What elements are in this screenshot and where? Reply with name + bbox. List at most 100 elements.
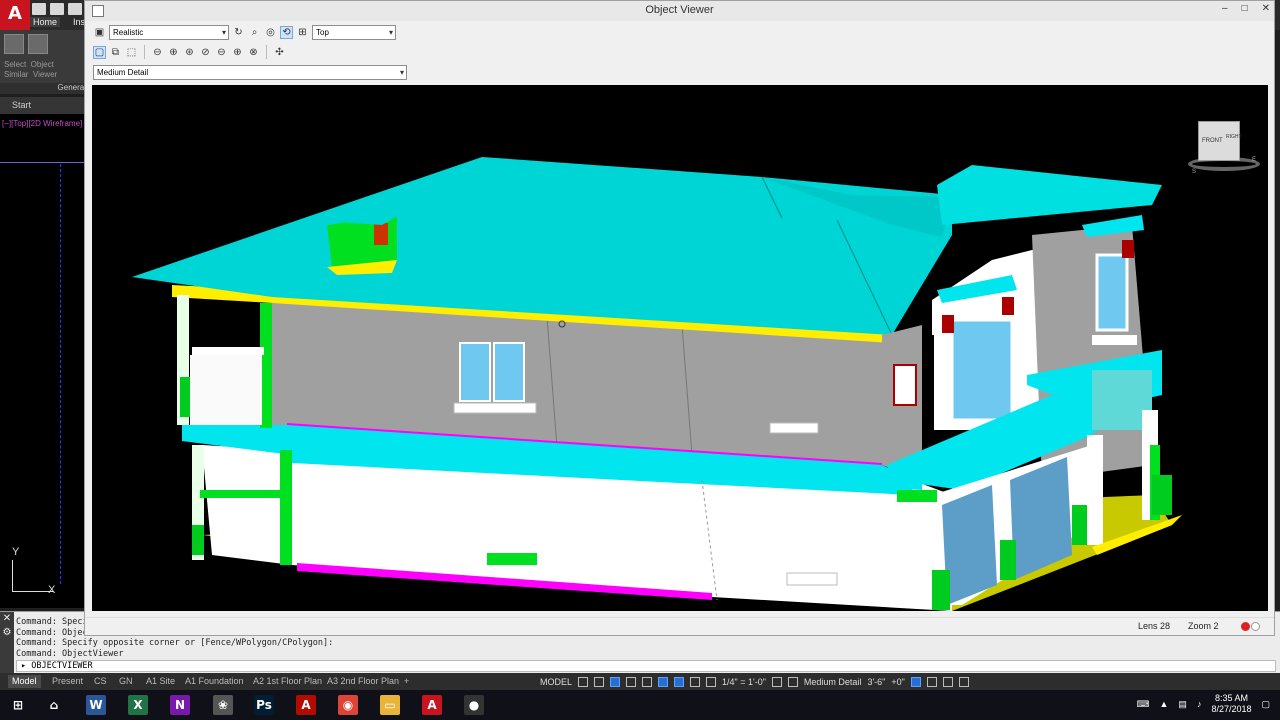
open-file-icon[interactable] bbox=[50, 3, 64, 15]
home-icon: ⌂ bbox=[44, 695, 64, 715]
viewer-toolbar-top: ▣ Realistic ▾ ↻ ⌕ ◎ ⟲ ⊞ Top ▾ bbox=[93, 23, 396, 41]
select-similar-icon[interactable] bbox=[4, 34, 24, 54]
clock[interactable]: 8:35 AM 8/27/2018 bbox=[1211, 693, 1251, 715]
command-input[interactable]: ▸ OBJECTVIEWER bbox=[16, 660, 1276, 672]
maximize-button[interactable]: □ bbox=[1242, 3, 1248, 14]
layout-tab-a2-first-floor[interactable]: A2 1st Floor Plan bbox=[249, 675, 326, 688]
ribbon-tab-home[interactable]: Home bbox=[30, 17, 61, 27]
viewport-controls-label[interactable]: [−][Top][2D Wireframe] bbox=[2, 119, 82, 128]
taskbar-app-word[interactable]: W bbox=[78, 693, 114, 717]
3d-viewport[interactable]: FRONT RIGHT S E bbox=[92, 85, 1268, 611]
offset-value[interactable]: +0" bbox=[891, 677, 904, 687]
ortho-icon[interactable] bbox=[610, 676, 621, 687]
clock-date: 8/27/2018 bbox=[1211, 704, 1252, 714]
zoom-out-icon[interactable]: ⊖ bbox=[215, 46, 228, 59]
zoom-icon[interactable]: ⊖ bbox=[151, 46, 164, 59]
close-button[interactable]: ✕ bbox=[1262, 3, 1270, 14]
free-orbit-icon[interactable]: ◎ bbox=[264, 26, 277, 39]
isodraft-icon[interactable] bbox=[642, 676, 653, 687]
detail-level[interactable]: Medium Detail bbox=[804, 677, 862, 687]
add-layout-button[interactable]: + bbox=[400, 675, 413, 688]
dynamic-ucs-icon[interactable] bbox=[674, 676, 685, 687]
layout-tab-cs[interactable]: CS bbox=[90, 675, 111, 688]
view-select[interactable]: Top ▾ bbox=[312, 24, 396, 40]
workspace-icon[interactable] bbox=[771, 676, 782, 687]
taskbar-app-chrome[interactable]: ◉ bbox=[330, 693, 366, 717]
zoom-in-icon[interactable]: ⊕ bbox=[231, 46, 244, 59]
taskbar-app-file-explorer[interactable]: ▭ bbox=[372, 693, 408, 717]
lineweight-icon[interactable] bbox=[690, 676, 701, 687]
view-cube-icon[interactable]: ⬚ bbox=[125, 46, 138, 59]
drawing-linework bbox=[60, 164, 85, 584]
layout-tab-gn[interactable]: GN bbox=[115, 675, 137, 688]
elevation-value[interactable]: 3'-6" bbox=[867, 677, 885, 687]
copy-icon[interactable]: ⧉ bbox=[109, 46, 122, 59]
keyboard-icon[interactable]: ⌨ bbox=[1137, 699, 1150, 710]
orbit-icon[interactable]: ↻ bbox=[232, 26, 245, 39]
snap-icon[interactable] bbox=[594, 676, 605, 687]
fullscreen-icon[interactable] bbox=[942, 676, 953, 687]
taskbar-app-onenote[interactable]: N bbox=[162, 693, 198, 717]
taskbar-app-photoshop[interactable]: Ps bbox=[246, 693, 282, 717]
viewcube[interactable]: FRONT RIGHT S E bbox=[1180, 117, 1260, 177]
zoom-extents-icon[interactable]: ⊛ bbox=[183, 46, 196, 59]
command-line-handle[interactable]: ✕ ⚙ bbox=[0, 612, 14, 674]
object-viewer-titlebar[interactable]: Object Viewer – □ ✕ bbox=[85, 1, 1274, 21]
close-icon[interactable]: ✕ bbox=[0, 612, 14, 626]
isolate-icon[interactable] bbox=[926, 676, 937, 687]
file-tab-start[interactable]: Start bbox=[12, 100, 31, 110]
zoom-window-icon[interactable]: ⊕ bbox=[167, 46, 180, 59]
save-icon[interactable] bbox=[68, 3, 82, 15]
visual-style-select[interactable]: Realistic ▾ bbox=[109, 24, 229, 40]
customize-icon[interactable]: ⚙ bbox=[0, 626, 14, 640]
zoom-realtime-icon[interactable]: ⌕ bbox=[248, 26, 261, 39]
taskbar-app-obs[interactable]: ● bbox=[456, 693, 492, 717]
layout-tab-present[interactable]: Present bbox=[48, 675, 87, 688]
zoom-previous-icon[interactable]: ⊘ bbox=[199, 46, 212, 59]
object-snap-icon[interactable] bbox=[658, 676, 669, 687]
navigation-wheel-icon[interactable]: ✣ bbox=[273, 46, 286, 59]
save-icon[interactable]: ▣ bbox=[93, 26, 106, 39]
show-hidden-icons[interactable]: ▲ bbox=[1160, 699, 1169, 709]
excel-icon: X bbox=[128, 695, 148, 715]
minimize-button[interactable]: – bbox=[1222, 3, 1228, 14]
taskbar-app-autocad[interactable]: A bbox=[414, 693, 450, 717]
taskbar-app-windows-start[interactable]: ⊞ bbox=[0, 693, 36, 717]
network-icon[interactable]: ▤ bbox=[1178, 699, 1187, 710]
viewer-toolbar-bottom: ▢ ⧉ ⬚ ⊖ ⊕ ⊛ ⊘ ⊖ ⊕ ⊗ ✣ bbox=[93, 44, 286, 60]
model-space-viewport[interactable]: [−][Top][2D Wireframe] Y X bbox=[0, 114, 90, 608]
photoshop-icon: Ps bbox=[254, 695, 274, 715]
taskbar-app-home[interactable]: ⌂ bbox=[36, 693, 72, 717]
viewcube-front-label: FRONT bbox=[1202, 138, 1223, 144]
layout-tab-a1-site[interactable]: A1 Site bbox=[142, 675, 179, 688]
layout-tab-a1-foundation[interactable]: A1 Foundation bbox=[181, 675, 248, 688]
autocad-logo[interactable]: A bbox=[0, 0, 30, 30]
layout-tab-model[interactable]: Model bbox=[8, 675, 41, 688]
volume-icon[interactable]: ♪ bbox=[1197, 699, 1202, 709]
ucs-toggle-icon[interactable]: ⊞ bbox=[296, 26, 309, 39]
annotation-scale[interactable]: 1/4" = 1'-0" bbox=[722, 677, 766, 687]
customize-statusbar-icon[interactable] bbox=[958, 676, 969, 687]
hardware-accel-icon[interactable] bbox=[910, 676, 921, 687]
taskbar-app-acrobat[interactable]: A bbox=[288, 693, 324, 717]
continuous-orbit-icon[interactable]: ⟲ bbox=[280, 25, 293, 39]
taskbar-app-paint[interactable]: ❀ bbox=[205, 693, 241, 717]
pan-icon[interactable]: ▢ bbox=[93, 45, 106, 59]
object-viewer-icon[interactable] bbox=[28, 34, 48, 54]
window-title: Object Viewer bbox=[645, 4, 714, 16]
layout-tab-a3-second-floor[interactable]: A3 2nd Floor Plan bbox=[323, 675, 403, 688]
main-roof bbox=[132, 157, 952, 335]
new-file-icon[interactable] bbox=[32, 3, 46, 15]
polar-icon[interactable] bbox=[626, 676, 637, 687]
notifications-icon[interactable]: ▢ bbox=[1261, 699, 1270, 710]
detail-level-select[interactable]: Medium Detail ▾ bbox=[93, 65, 407, 80]
taskbar-app-excel[interactable]: X bbox=[120, 693, 156, 717]
model-space-toggle[interactable]: MODEL bbox=[540, 677, 572, 687]
viewcube-face[interactable]: FRONT RIGHT bbox=[1198, 121, 1242, 161]
ucs-y-label: Y bbox=[12, 546, 20, 558]
grid-icon[interactable] bbox=[578, 676, 589, 687]
zoom-all-icon[interactable]: ⊗ bbox=[247, 46, 260, 59]
system-tray: ⌨ ▲ ▤ ♪ 8:35 AM 8/27/2018 ▢ bbox=[1137, 693, 1271, 715]
add-icon[interactable] bbox=[787, 676, 798, 687]
annotation-icon[interactable] bbox=[706, 676, 717, 687]
